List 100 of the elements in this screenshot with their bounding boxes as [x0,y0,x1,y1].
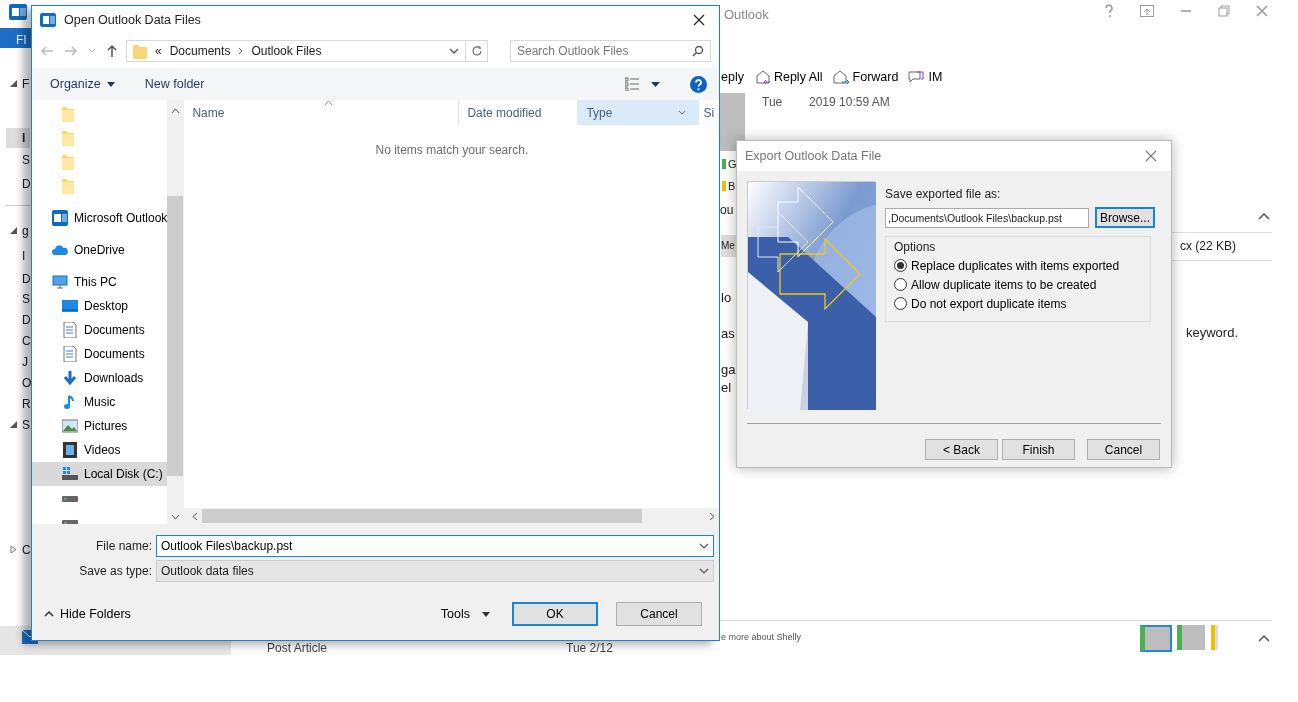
scroll-left-icon[interactable] [192,511,199,521]
folder-item[interactable]: C [6,331,30,351]
close-icon[interactable] [1256,5,1268,17]
cancel-button[interactable]: Cancel [1087,439,1160,460]
address-bar[interactable]: « Documents Outlook Files [126,40,466,62]
category-label: B [728,179,736,194]
breadcrumb-item[interactable]: Documents [169,42,231,60]
time-text: 2019 10:59 AM [809,94,890,111]
chevron-right-icon [238,47,244,55]
nav-item[interactable]: Videos [32,438,168,462]
date-text: Tue [762,94,783,111]
download-arrow-icon [62,370,78,386]
folder-item[interactable]: D [6,174,30,194]
folder-item[interactable]: S [6,150,30,170]
refresh-icon[interactable] [470,45,483,57]
caret-icon [651,81,660,87]
desktop-icon [62,298,78,314]
message-tab[interactable]: Me [721,235,736,257]
window-title: Outlook [724,6,769,24]
search-box[interactable]: Search Outlook Files [510,40,711,62]
collapsed-arrow-icon[interactable] [10,546,17,553]
nav-item[interactable]: Microsoft Outlook [32,206,168,230]
back-button[interactable]: < Back [925,439,998,460]
folder-item[interactable]: g [6,221,30,241]
im-button[interactable]: IM [908,68,943,87]
folder-item[interactable]: S [6,289,30,309]
file-path-field[interactable]: ,Documents\Outlook Files\backup.pst [885,207,1089,228]
nav-item[interactable]: Documents [32,342,168,366]
scroll-up-icon[interactable] [170,108,180,114]
document-icon [62,322,78,338]
message-subject[interactable]: Post Article [267,642,328,655]
restore-icon[interactable] [1218,5,1230,17]
file-tab[interactable]: FI [0,28,31,48]
scrollbar-thumb[interactable] [167,196,184,476]
tools-menu[interactable]: Tools [440,604,490,624]
scroll-down-icon[interactable] [170,514,180,520]
sort-caret-icon [324,100,334,105]
nav-item[interactable]: Pictures [32,414,168,438]
nav-item[interactable]: Music [32,390,168,414]
forward-button[interactable]: Forward [832,68,899,87]
help-icon[interactable] [1104,4,1114,18]
expanded-arrow-icon[interactable] [10,80,17,87]
scroll-right-icon[interactable] [709,511,716,521]
folder-item[interactable]: F [6,74,30,94]
folder-item[interactable]: S [6,415,30,435]
search-icon[interactable] [692,45,704,57]
folder-item[interactable]: D [6,310,30,330]
view-menu[interactable] [625,77,660,91]
folder-item[interactable]: I [6,246,30,266]
nav-item[interactable]: Desktop [32,294,168,318]
empty-message: No items match your search. [374,142,530,159]
group-label: Options [894,239,937,256]
folder-item[interactable]: O [6,373,30,393]
help-icon[interactable] [690,75,707,93]
reply-button[interactable]: eply [721,68,744,87]
folder-item[interactable]: J [6,352,30,372]
radio-option[interactable]: Do not export duplicate items [894,294,1067,313]
folder-item[interactable]: C [6,540,30,560]
attachment-name[interactable]: cx (22 KB) [1180,237,1236,255]
browse-button[interactable]: Browse... [1095,207,1155,228]
chevron-down-icon [678,110,687,115]
ribbon-display-icon[interactable] [1140,5,1154,17]
dropdown-chevron-icon[interactable] [699,542,709,549]
body-text: as [721,325,735,343]
collapse-icon[interactable] [1258,212,1270,220]
scrollbar-thumb[interactable] [202,509,643,523]
up-arrow-icon[interactable] [106,44,118,58]
new-folder-button[interactable]: New folder [144,74,205,94]
radio-option[interactable]: Allow duplicate items to be created [894,275,1097,294]
expanded-arrow-icon[interactable] [10,227,17,234]
nav-item[interactable]: OneDrive [32,238,168,262]
radio-option[interactable]: Replace duplicates with items exported [894,256,1120,275]
field-label: Save as type: [78,562,152,580]
body-text: ga [721,361,736,379]
file-name-box[interactable]: Outlook Files\backup.pst [156,534,714,557]
breadcrumb-item[interactable]: Outlook Files [251,42,322,60]
nav-item[interactable]: Local Disk (C:) [32,462,168,486]
file-type-dropdown[interactable]: Outlook data files [156,559,714,582]
ok-button[interactable]: OK [512,602,598,626]
expand-icon[interactable] [1258,634,1270,642]
nav-item[interactable]: Downloads [32,366,168,390]
folder-icon [133,43,147,59]
folder-item[interactable]: R [6,394,30,414]
caret-icon [482,611,490,617]
nav-item[interactable]: Documents [32,318,168,342]
nav-item[interactable]: This PC [32,270,168,294]
finish-button[interactable]: Finish [1002,439,1075,460]
people-link[interactable]: e more about Shelly [721,631,802,645]
hide-folders-button[interactable]: Hide Folders [44,604,131,624]
folder-item[interactable]: I [6,128,30,148]
field-label: Save exported file as: [885,186,1002,203]
dropdown-caret-icon[interactable] [449,48,459,54]
column-header[interactable]: Type [578,100,700,125]
reply-all-button[interactable]: Reply All [753,68,823,87]
folder-item[interactable]: D [6,269,30,289]
cancel-button[interactable]: Cancel [616,602,702,626]
organize-menu[interactable]: Organize [50,74,115,94]
body-text: el [721,379,732,397]
expanded-arrow-icon[interactable] [10,421,17,428]
document-icon [62,346,78,362]
